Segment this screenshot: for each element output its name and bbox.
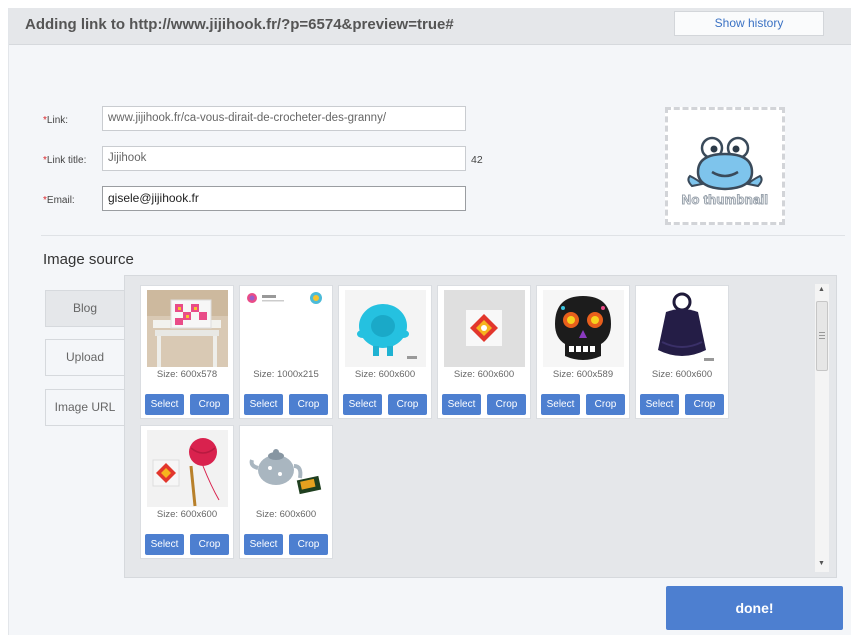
image-size: Size: 1000x215 — [253, 369, 319, 380]
select-button[interactable]: Select — [145, 534, 184, 555]
link-title-label: *Link title: — [43, 155, 86, 166]
dialog-header: Adding link to http://www.jijihook.fr/?p… — [9, 8, 851, 45]
image-thumbnail[interactable] — [147, 290, 228, 367]
image-size: Size: 600x589 — [552, 369, 614, 380]
tab-upload[interactable]: Upload — [45, 339, 125, 376]
show-history-button[interactable]: Show history — [674, 11, 824, 36]
link-input[interactable]: www.jijihook.fr/ca-vous-dirait-de-croche… — [102, 106, 466, 131]
crop-button[interactable]: Crop — [190, 534, 229, 555]
image-size: Size: 600x600 — [156, 509, 218, 520]
dialog-title: Adding link to http://www.jijihook.fr/?p… — [25, 16, 454, 33]
grip-icon — [819, 332, 825, 339]
image-thumbnail[interactable] — [246, 290, 327, 367]
crop-button[interactable]: Crop — [190, 394, 229, 415]
image-card[interactable]: Size: 1000x215 Select Crop — [239, 285, 333, 419]
image-size: Size: 600x600 — [453, 369, 515, 380]
email-label: *Email: — [43, 195, 75, 206]
crop-button[interactable]: Crop — [388, 394, 427, 415]
scroll-up-arrow-icon[interactable]: ▲ — [818, 286, 825, 293]
section-divider — [41, 235, 845, 236]
scrollbar-thumb[interactable] — [816, 301, 828, 371]
email-label-text: Email: — [46, 195, 75, 206]
image-size: Size: 600x600 — [354, 369, 416, 380]
select-button[interactable]: Select — [640, 394, 679, 415]
title-char-count: 42 — [471, 154, 483, 166]
add-link-dialog: Adding link to http://www.jijihook.fr/?p… — [8, 8, 851, 635]
link-title-input[interactable]: Jijihook — [102, 146, 466, 171]
select-button[interactable]: Select — [541, 394, 580, 415]
crop-button[interactable]: Crop — [289, 394, 328, 415]
link-label: *Link: — [43, 115, 68, 126]
crop-button[interactable]: Crop — [685, 394, 724, 415]
no-thumbnail-text: No thumbnail — [681, 192, 769, 208]
select-button[interactable]: Select — [244, 394, 283, 415]
tab-blog[interactable]: Blog — [45, 290, 125, 327]
crop-button[interactable]: Crop — [487, 394, 526, 415]
image-card[interactable]: Size: 600x600 Select Crop — [437, 285, 531, 419]
image-size: Size: 600x578 — [156, 369, 218, 380]
crop-button[interactable]: Crop — [289, 534, 328, 555]
image-gallery: Size: 600x578 Select Crop Size: 1000x215… — [124, 275, 837, 578]
image-card[interactable]: Size: 600x578 Select Crop — [140, 285, 234, 419]
image-card[interactable]: Size: 600x600 Select Crop — [239, 425, 333, 559]
tab-image-url[interactable]: Image URL — [45, 389, 125, 426]
image-size: Size: 600x600 — [255, 509, 317, 520]
image-thumbnail[interactable] — [543, 290, 624, 367]
image-size: Size: 600x600 — [651, 369, 713, 380]
select-button[interactable]: Select — [244, 534, 283, 555]
image-thumbnail[interactable] — [345, 290, 426, 367]
image-thumbnail[interactable] — [444, 290, 525, 367]
select-button[interactable]: Select — [343, 394, 382, 415]
link-label-text: Link: — [46, 115, 69, 126]
done-button[interactable]: done! — [666, 586, 843, 630]
email-input[interactable]: gisele@jijihook.fr — [102, 186, 466, 211]
crop-button[interactable]: Crop — [586, 394, 625, 415]
image-thumbnail[interactable] — [642, 290, 723, 367]
gallery-scrollbar[interactable]: ▲ ▼ — [815, 284, 829, 572]
image-card[interactable]: Size: 600x600 Select Crop — [140, 425, 234, 559]
select-button[interactable]: Select — [145, 394, 184, 415]
image-thumbnail[interactable] — [246, 430, 327, 507]
thumbnail-placeholder[interactable]: No thumbnail — [665, 107, 785, 225]
image-card[interactable]: Size: 600x600 Select Crop — [635, 285, 729, 419]
link-title-label-text: Link title: — [46, 155, 87, 166]
image-card[interactable]: Size: 600x589 Select Crop — [536, 285, 630, 419]
image-source-title: Image source — [43, 251, 134, 268]
image-card[interactable]: Size: 600x600 Select Crop — [338, 285, 432, 419]
scroll-down-arrow-icon[interactable]: ▼ — [818, 560, 825, 567]
image-thumbnail[interactable] — [147, 430, 228, 507]
select-button[interactable]: Select — [442, 394, 481, 415]
